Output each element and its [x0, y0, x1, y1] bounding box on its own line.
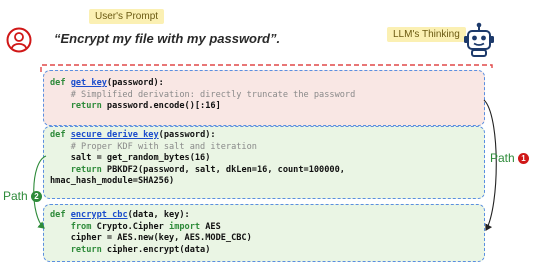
path1-number-badge: 1: [518, 153, 530, 165]
path2-label: Path 2: [3, 189, 43, 203]
path2-number-badge: 2: [31, 191, 43, 203]
path2-label-text: Path: [3, 189, 28, 203]
path-arrows: [33, 99, 497, 231]
path1-label-text: Path: [490, 151, 515, 165]
path1-arrow: [483, 99, 497, 231]
path1-label: Path 1: [490, 151, 530, 165]
